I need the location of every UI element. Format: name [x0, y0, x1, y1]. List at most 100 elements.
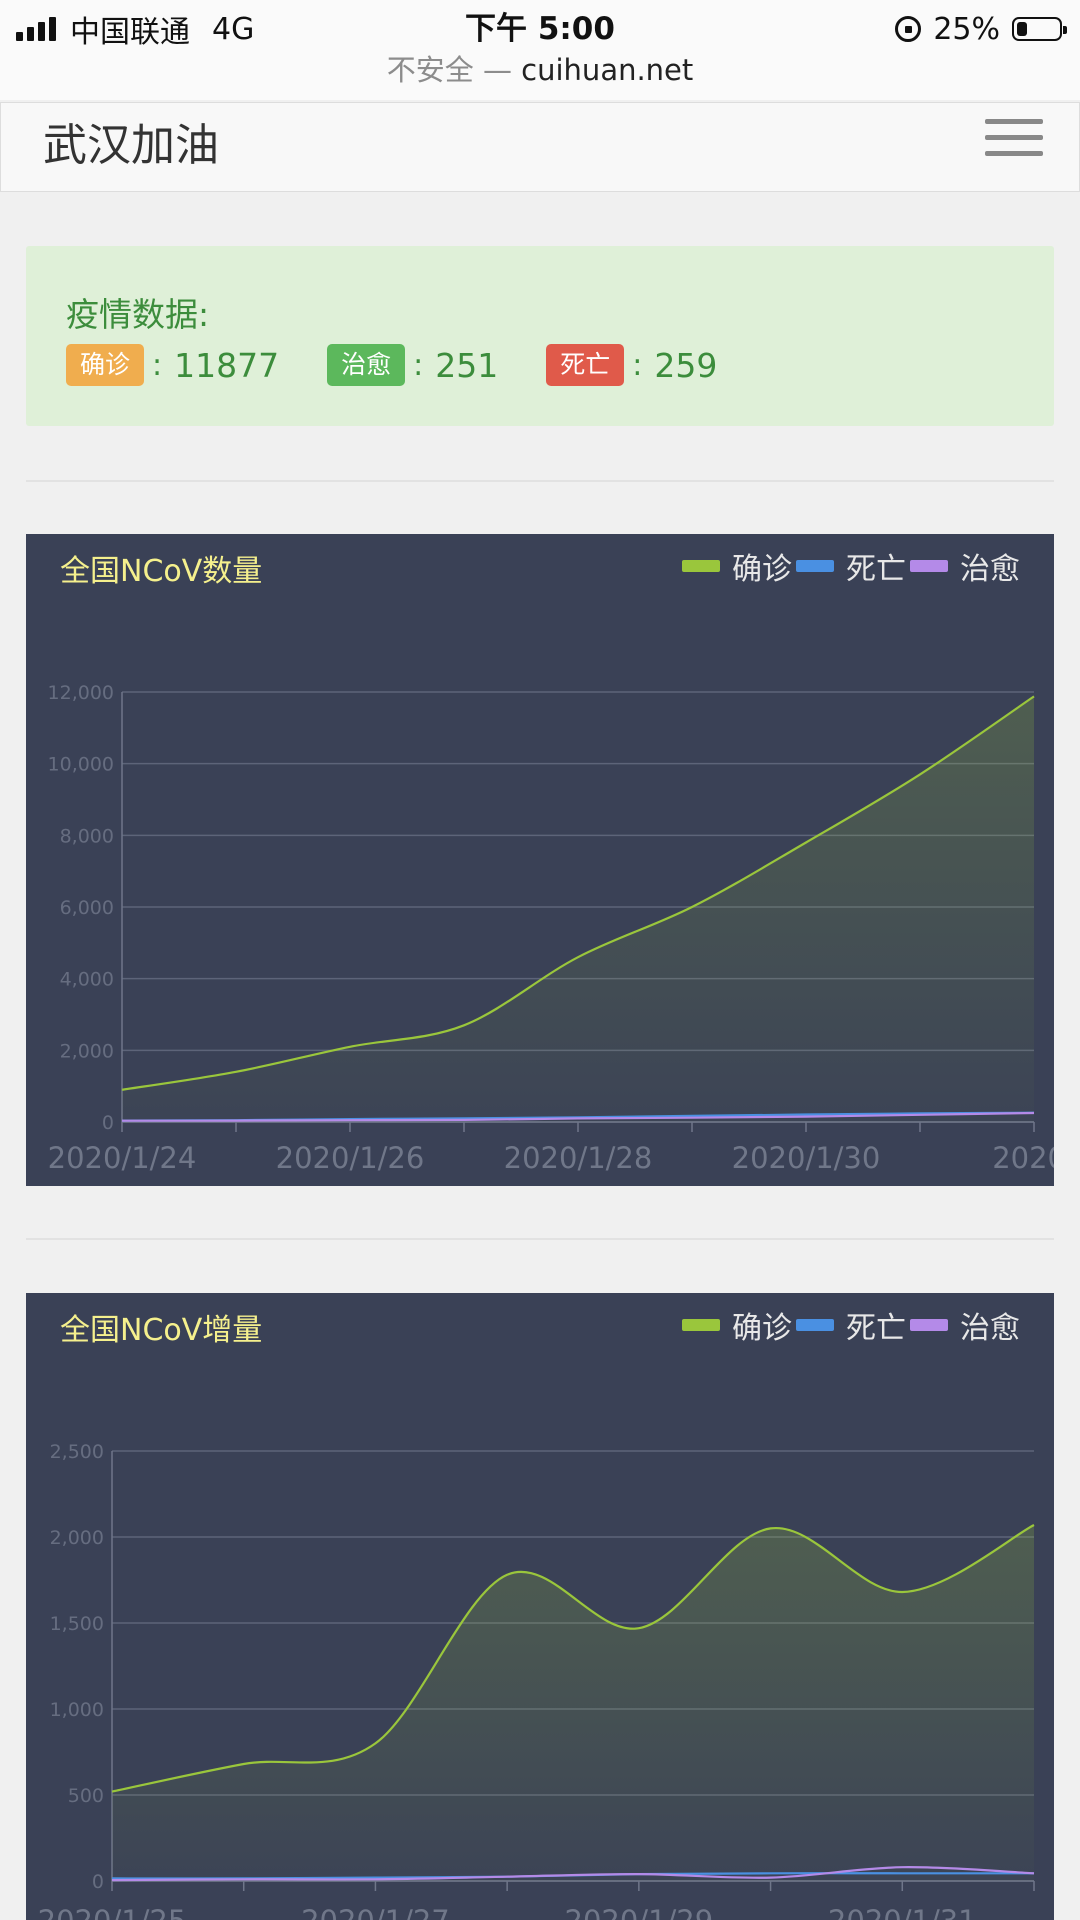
- y-tick-label: 2,500: [50, 1441, 104, 1463]
- x-tick-label: 2020/1/29: [565, 1904, 714, 1920]
- confirmed-value: 11877: [174, 345, 280, 385]
- x-tick-label: 2020/1/26: [276, 1141, 425, 1175]
- stat-confirmed: 确诊 : 11877: [66, 344, 279, 386]
- data-point-confirmed[interactable]: [234, 1070, 238, 1074]
- chart-title: 全国NCoV数量: [60, 554, 263, 589]
- data-point-confirmed[interactable]: [462, 1023, 466, 1027]
- data-point-confirmed[interactable]: [918, 772, 922, 776]
- data-point-cured[interactable]: [505, 1875, 509, 1879]
- data-point-cured[interactable]: [120, 1119, 124, 1123]
- navbar: 武汉加油: [0, 102, 1080, 192]
- data-point-confirmed[interactable]: [505, 1573, 509, 1577]
- y-tick-label: 12,000: [48, 682, 114, 704]
- status-right: 25%: [895, 6, 1067, 52]
- y-tick-label: 500: [68, 1785, 104, 1807]
- chart-total: 0 2,000 4,000 6,000 8,000 10,000 12,000 2020/1/…: [26, 534, 1054, 1186]
- url-domain: cuihuan.net: [521, 53, 694, 87]
- data-point-confirmed[interactable]: [769, 1526, 773, 1530]
- battery-percent: 25%: [933, 11, 1000, 47]
- site-brand[interactable]: 武汉加油: [43, 103, 219, 189]
- chart-total-plot: 0 2,000 4,000 6,000 8,000 10,000 12,000 2020/1/…: [48, 682, 1054, 1175]
- data-point-confirmed[interactable]: [690, 905, 694, 909]
- data-point-cured[interactable]: [690, 1116, 694, 1120]
- data-point-cured[interactable]: [373, 1877, 377, 1881]
- data-point-confirmed[interactable]: [348, 1045, 352, 1049]
- cured-value: 251: [435, 345, 499, 385]
- data-point-cured[interactable]: [234, 1119, 238, 1123]
- stats-title: 疫情数据:: [66, 295, 210, 334]
- data-point-cured[interactable]: [576, 1116, 580, 1120]
- legend-swatch: [796, 560, 834, 572]
- y-tick-label: 10,000: [48, 754, 114, 776]
- confirmed-badge: 确诊: [66, 344, 145, 386]
- chart-increment: 0 500 1,000 1,500 2,000 2,500 2020/1/25 2020/1/…: [26, 1293, 1054, 1920]
- y-tick-label: 6,000: [60, 897, 114, 919]
- stats-row: 确诊 : 11877 治愈 : 251 死亡 : 259: [66, 344, 765, 386]
- x-tick-label: 2020/1/24: [48, 1141, 197, 1175]
- chart-legend: 确诊 死亡 治愈: [678, 544, 1020, 588]
- data-point-confirmed[interactable]: [1032, 694, 1036, 698]
- area-confirmed: [122, 696, 1034, 1122]
- data-point-confirmed[interactable]: [373, 1741, 377, 1745]
- legend-confirmed[interactable]: 确诊: [682, 1303, 792, 1347]
- data-point-cured[interactable]: [1032, 1111, 1036, 1115]
- death-value: 259: [654, 345, 718, 385]
- menu-icon[interactable]: [985, 119, 1043, 159]
- legend-swatch: [910, 1319, 948, 1331]
- data-point-death[interactable]: [900, 1871, 904, 1875]
- legend-cured[interactable]: 治愈: [910, 1303, 1020, 1347]
- y-tick-label: 4,000: [60, 969, 114, 991]
- status-bar: 中国联通 4G 下午 5:00 25% 不安全 — cuihuan.net: [0, 0, 1080, 100]
- data-point-cured[interactable]: [769, 1876, 773, 1880]
- legend-label: 确诊: [732, 1311, 792, 1346]
- data-point-cured[interactable]: [242, 1877, 246, 1881]
- legend-confirmed[interactable]: 确诊: [682, 544, 792, 588]
- x-tick-label: 2020/1/30: [732, 1141, 881, 1175]
- data-point-cured[interactable]: [348, 1118, 352, 1122]
- legend-death[interactable]: 死亡: [796, 1303, 906, 1347]
- data-point-confirmed[interactable]: [637, 1626, 641, 1630]
- address-bar[interactable]: 不安全 — cuihuan.net: [0, 50, 1080, 90]
- data-point-confirmed[interactable]: [900, 1590, 904, 1594]
- y-tick-label: 0: [102, 1112, 114, 1134]
- data-point-confirmed[interactable]: [242, 1762, 246, 1766]
- legend-swatch: [796, 1319, 834, 1331]
- y-tick-label: 2,000: [50, 1527, 104, 1549]
- data-point-death[interactable]: [769, 1871, 773, 1875]
- stats-panel: 疫情数据: 确诊 : 11877 治愈 : 251 死亡 : 259: [26, 246, 1054, 426]
- y-tick-label: 8,000: [60, 825, 114, 847]
- legend-death[interactable]: 死亡: [796, 544, 906, 588]
- data-point-confirmed[interactable]: [120, 1088, 124, 1092]
- data-point-cured[interactable]: [804, 1115, 808, 1119]
- chart-increment-plot: 0 500 1,000 1,500 2,000 2,500 2020/1/25 2020/1/…: [38, 1441, 1036, 1920]
- x-tick-label: 2020/1/31: [828, 1904, 977, 1920]
- stat-cured: 治愈 : 251: [327, 344, 498, 386]
- security-label: 不安全: [386, 53, 474, 87]
- legend-label: 死亡: [846, 1311, 906, 1346]
- y-tick-label: 1,000: [50, 1699, 104, 1721]
- chart-legend: 确诊 死亡 治愈: [678, 1303, 1020, 1347]
- x-tick-label: 2020/1/27: [301, 1904, 450, 1920]
- legend-label: 死亡: [846, 552, 906, 587]
- divider: [26, 1238, 1054, 1240]
- data-point-cured[interactable]: [1032, 1871, 1036, 1875]
- data-point-cured[interactable]: [900, 1865, 904, 1869]
- x-tick-label: 2020/1/25: [38, 1904, 187, 1920]
- legend-swatch: [682, 1319, 720, 1331]
- data-point-confirmed[interactable]: [576, 955, 580, 959]
- x-tick-label: 2020/: [992, 1141, 1054, 1175]
- data-point-confirmed[interactable]: [1032, 1523, 1036, 1527]
- y-tick-label: 2,000: [60, 1040, 114, 1062]
- data-point-confirmed[interactable]: [110, 1790, 114, 1794]
- legend-label: 确诊: [732, 552, 792, 587]
- battery-icon: [1012, 17, 1067, 41]
- data-point-cured[interactable]: [637, 1872, 641, 1876]
- legend-swatch: [910, 560, 948, 572]
- data-point-cured[interactable]: [918, 1113, 922, 1117]
- x-tick-label: 2020/1/28: [504, 1141, 653, 1175]
- data-point-confirmed[interactable]: [804, 841, 808, 845]
- data-point-cured[interactable]: [462, 1118, 466, 1122]
- area-confirmed: [112, 1525, 1034, 1881]
- data-point-cured[interactable]: [110, 1878, 114, 1882]
- legend-cured[interactable]: 治愈: [910, 544, 1020, 588]
